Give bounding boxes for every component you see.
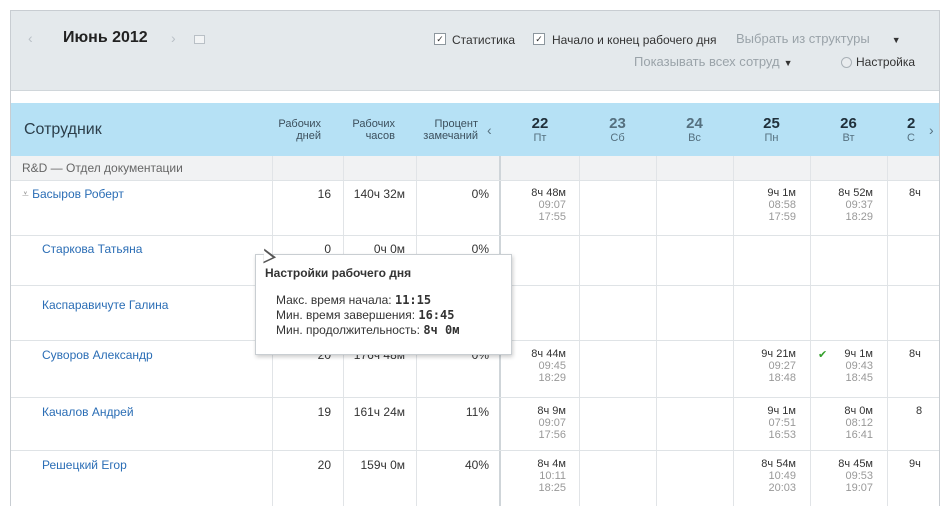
- column-employee[interactable]: Сотрудник: [24, 103, 224, 156]
- employee-name[interactable]: Качалов Андрей: [42, 405, 134, 419]
- employees-select[interactable]: Показывать всех сотруд ▼: [634, 54, 793, 69]
- day-header-26: 26 Вт: [840, 115, 857, 144]
- timesheet-frame: ‹ Июнь 2012 › ✓ Статистика ✓ Начало и ко…: [10, 10, 940, 506]
- day-cell[interactable]: 8ч 54м 10:49 20:03: [746, 458, 796, 494]
- scroll-left-arrow[interactable]: ‹: [487, 122, 492, 138]
- gear-icon[interactable]: [841, 57, 852, 68]
- scroll-right-arrow[interactable]: ›: [929, 122, 934, 138]
- tooltip-end-line: Мин. время завершения: 16:45: [276, 308, 455, 322]
- day-cell[interactable]: 9ч 1м 08:58 17:59: [746, 187, 796, 223]
- day-cell[interactable]: 8ч 44м 09:45 18:29: [516, 348, 566, 384]
- table-header: Сотрудник Рабочих дней Рабочих часов Проце…: [11, 103, 939, 156]
- work-days-value: 20: [317, 458, 331, 472]
- day-cell[interactable]: 8ч 0м 08:12 16:41: [823, 405, 873, 441]
- employee-name[interactable]: Суворов Александр: [42, 348, 153, 362]
- day-cell[interactable]: 9ч 1м 07:51 16:53: [746, 405, 796, 441]
- table-row: Качалов Андрей 19 161ч 24м 11% 8ч 9м 09:0…: [11, 397, 939, 451]
- day-cell[interactable]: 9ч: [909, 458, 939, 470]
- day-header-24: 24 Вс: [686, 115, 703, 144]
- work-hours-value: 161ч 24м: [353, 405, 405, 419]
- work-hours-value: 159ч 0м: [360, 458, 405, 472]
- work-days-value: 19: [317, 405, 331, 419]
- day-cell[interactable]: 8ч 9м 09:07 17:56: [516, 405, 566, 441]
- remarks-percent-value: 40%: [464, 458, 489, 472]
- day-cell[interactable]: 8ч 52м 09:37 18:29: [823, 187, 873, 223]
- table-row: ⩡ Басыров Роберт 16 140ч 32м 0% 8ч 48м 09…: [11, 180, 939, 236]
- column-work-days[interactable]: Рабочих дней: [273, 103, 321, 156]
- toolbar: ‹ Июнь 2012 › ✓ Статистика ✓ Начало и ко…: [11, 11, 939, 91]
- column-work-hours[interactable]: Рабочих часов: [343, 103, 395, 156]
- day-cell[interactable]: 8ч 4м 10:11 18:25: [516, 458, 566, 494]
- day-header-23: 23 Сб: [609, 115, 626, 144]
- day-header-25: 25 Пн: [763, 115, 780, 144]
- workday-settings-tooltip: Настройки рабочего дня Макс. время начал…: [255, 254, 512, 355]
- prev-month-button[interactable]: ‹: [28, 30, 33, 46]
- day-cell[interactable]: 8ч 48м 09:07 17:55: [516, 187, 566, 223]
- calendar-icon[interactable]: [194, 35, 205, 44]
- day-cell[interactable]: 9ч 1м 09:43 18:45: [823, 348, 873, 384]
- tooltip-start-line: Макс. время начала: 11:15: [276, 293, 432, 307]
- employee-name[interactable]: Старкова Татьяна: [42, 242, 142, 256]
- day-cell[interactable]: 9ч 21м 09:27 18:48: [746, 348, 796, 384]
- stats-label: Статистика: [452, 33, 516, 47]
- workday-checkbox[interactable]: ✓: [533, 33, 545, 45]
- workday-label: Начало и конец рабочего дня: [552, 33, 717, 47]
- work-days-value: 16: [317, 187, 331, 201]
- tooltip-title: Настройки рабочего дня: [265, 266, 412, 280]
- employee-name[interactable]: ⩡ Басыров Роберт: [22, 187, 124, 202]
- table-row: Решецкий Егор 20 159ч 0м 40% 8ч 4м 10:11 1…: [11, 450, 939, 506]
- work-hours-value: 140ч 32м: [353, 187, 405, 201]
- next-month-button[interactable]: ›: [171, 30, 176, 46]
- month-title: Июнь 2012: [63, 29, 148, 46]
- employee-name[interactable]: Каспаравичуте Галина: [42, 298, 168, 312]
- column-remarks-percent[interactable]: Процент замечаний: [416, 103, 478, 156]
- day-cell[interactable]: 8ч 45м 09:53 19:07: [823, 458, 873, 494]
- day-cell[interactable]: 8ч: [909, 187, 939, 199]
- settings-link[interactable]: Настройка: [856, 55, 915, 69]
- day-cell[interactable]: 8: [916, 405, 936, 417]
- day-cell[interactable]: 8ч: [909, 348, 939, 360]
- stats-checkbox[interactable]: ✓: [434, 33, 446, 45]
- employee-name[interactable]: Решецкий Егор: [42, 458, 127, 472]
- group-row: R&D — Отдел документации: [11, 156, 939, 180]
- structure-select[interactable]: Выбрать из структуры ▼: [736, 31, 901, 46]
- tooltip-duration-line: Мин. продолжительность: 8ч 0м: [276, 323, 460, 337]
- remarks-percent-value: 11%: [465, 405, 489, 419]
- day-header-22: 22 Пт: [531, 115, 549, 144]
- remarks-percent-value: 0%: [471, 187, 489, 201]
